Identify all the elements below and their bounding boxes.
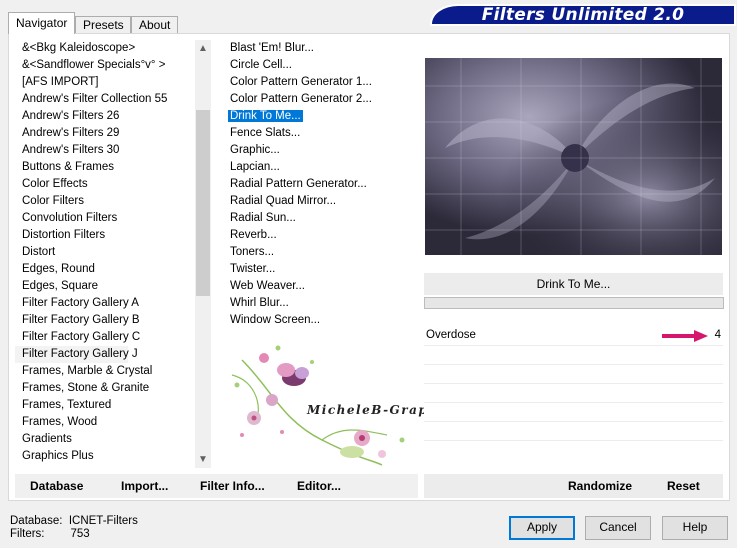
filter-item[interactable]: Web Weaver... xyxy=(218,278,416,295)
filter-item-label: Fence Slats... xyxy=(230,127,301,139)
parameter-list: Overdose 4 xyxy=(424,327,723,455)
filter-item-label: Web Weaver... xyxy=(230,280,305,292)
scroll-thumb[interactable] xyxy=(196,110,210,296)
category-item[interactable]: Filter Factory Gallery B xyxy=(15,312,195,329)
database-button[interactable]: Database xyxy=(30,474,83,498)
param-row-overdose[interactable]: Overdose 4 xyxy=(424,327,723,346)
filter-item-label: Twister... xyxy=(230,263,276,275)
scroll-up-icon[interactable]: ▲ xyxy=(195,40,211,57)
scroll-down-icon[interactable]: ▼ xyxy=(195,451,211,468)
category-item[interactable]: Filter Factory Gallery C xyxy=(15,329,195,346)
category-item[interactable]: Graphics Plus xyxy=(15,448,195,465)
filter-item[interactable]: Radial Quad Mirror... xyxy=(218,193,416,210)
filter-info-button[interactable]: Filter Info... xyxy=(200,474,265,498)
filter-item-label: Blast 'Em! Blur... xyxy=(230,42,314,54)
apply-button[interactable]: Apply xyxy=(509,516,575,540)
filter-item-label: Reverb... xyxy=(230,229,277,241)
filter-item[interactable]: Circle Cell... xyxy=(218,57,416,74)
category-item[interactable]: Buttons & Frames xyxy=(15,159,195,176)
filter-item[interactable]: Whirl Blur... xyxy=(218,295,416,312)
category-item[interactable]: Frames, Wood xyxy=(15,414,195,431)
filter-item[interactable]: Window Screen... xyxy=(218,312,416,329)
param-value: 4 xyxy=(714,329,721,341)
category-item-selected[interactable]: Filter Factory Gallery J xyxy=(15,346,138,363)
progress-bar xyxy=(424,297,724,309)
filter-item-label: Radial Quad Mirror... xyxy=(230,195,337,207)
reset-button[interactable]: Reset xyxy=(667,474,700,498)
category-item[interactable]: Andrew's Filters 30 xyxy=(15,142,195,159)
param-row-empty xyxy=(424,441,723,459)
selected-filter-name: Drink To Me... xyxy=(424,273,723,295)
editor-button[interactable]: Editor... xyxy=(297,474,341,498)
filter-item[interactable]: Graphic... xyxy=(218,142,416,159)
filter-item-label: Whirl Blur... xyxy=(230,297,289,309)
param-row-empty xyxy=(424,403,723,422)
filter-item-label: Toners... xyxy=(230,246,275,258)
filter-item-label: Graphic... xyxy=(230,144,280,156)
tab-about[interactable]: About xyxy=(131,16,178,33)
randomize-button[interactable]: Randomize xyxy=(568,474,632,498)
filter-item-label: Circle Cell... xyxy=(230,59,292,71)
filter-item-label: Lapcian... xyxy=(230,161,280,173)
filter-item[interactable]: Color Pattern Generator 1... xyxy=(218,74,416,91)
filter-item[interactable]: Color Pattern Generator 2... xyxy=(218,91,416,108)
filter-item[interactable]: Radial Pattern Generator... xyxy=(218,176,416,193)
app-title-banner: Filters Unlimited 2.0 xyxy=(430,4,736,26)
param-row-empty xyxy=(424,422,723,441)
category-scrollbar[interactable]: ▲ ▼ xyxy=(195,40,211,468)
help-button[interactable]: Help xyxy=(662,516,728,540)
category-item[interactable]: Distort xyxy=(15,244,195,261)
param-label: Overdose xyxy=(426,329,476,341)
category-item[interactable]: Color Effects xyxy=(15,176,195,193)
category-item[interactable]: Andrew's Filter Collection 55 xyxy=(15,91,195,108)
filter-item-label: Color Pattern Generator 2... xyxy=(230,93,372,105)
filter-item[interactable]: Toners... xyxy=(218,244,416,261)
import-button[interactable]: Import... xyxy=(121,474,168,498)
filter-item-label: Color Pattern Generator 1... xyxy=(230,76,372,88)
category-item[interactable]: Filter Factory Gallery A xyxy=(15,295,195,312)
app-title: Filters Unlimited 2.0 xyxy=(481,5,685,25)
category-item[interactable]: Frames, Marble & Crystal xyxy=(15,363,195,380)
tab-navigator[interactable]: Navigator xyxy=(8,12,75,34)
category-item[interactable]: Convolution Filters xyxy=(15,210,195,227)
filter-item-label: Drink To Me... xyxy=(228,110,303,122)
category-item[interactable]: &<Bkg Kaleidoscope> xyxy=(15,40,195,57)
filters-count: 753 xyxy=(70,528,90,540)
filter-item[interactable]: Lapcian... xyxy=(218,159,416,176)
filter-item[interactable]: Reverb... xyxy=(218,227,416,244)
param-row-empty xyxy=(424,384,723,403)
filter-item[interactable]: Fence Slats... xyxy=(218,125,416,142)
tab-presets[interactable]: Presets xyxy=(75,16,131,33)
preview-button-bar: Randomize Reset xyxy=(424,474,723,498)
filter-preview-image xyxy=(425,58,722,255)
filter-item-label: Radial Pattern Generator... xyxy=(230,178,367,190)
param-row-empty xyxy=(424,365,723,384)
arrow-right-icon xyxy=(662,330,708,342)
filter-item[interactable]: Twister... xyxy=(218,261,416,278)
filters-label: Filters: xyxy=(10,528,45,540)
category-item[interactable]: Andrew's Filters 29 xyxy=(15,125,195,142)
database-value: ICNET-Filters xyxy=(68,515,138,527)
category-item[interactable]: Edges, Square xyxy=(15,278,195,295)
category-item[interactable]: Gradients xyxy=(15,431,195,448)
category-item[interactable]: &<Sandflower Specials°v° > xyxy=(15,57,195,74)
category-item[interactable]: Frames, Stone & Granite xyxy=(15,380,195,397)
category-item[interactable]: [AFS IMPORT] xyxy=(15,74,195,91)
database-info: Database: ICNET-Filters Filters: 753 xyxy=(10,515,138,541)
cancel-button[interactable]: Cancel xyxy=(585,516,651,540)
category-item[interactable]: Color Filters xyxy=(15,193,195,210)
filter-item[interactable]: Blast 'Em! Blur... xyxy=(218,40,416,57)
filter-item-label: Radial Sun... xyxy=(230,212,296,224)
filter-item-selected[interactable]: Drink To Me... xyxy=(218,108,416,125)
navigator-button-bar: Database Import... Filter Info... Editor… xyxy=(15,474,418,498)
category-item[interactable]: Andrew's Filters 26 xyxy=(15,108,195,125)
filter-item-label: Window Screen... xyxy=(230,314,321,326)
param-row-empty xyxy=(424,346,723,365)
category-item[interactable]: Frames, Textured xyxy=(15,397,195,414)
category-list[interactable]: &<Bkg Kaleidoscope> &<Sandflower Special… xyxy=(15,40,195,468)
filter-item[interactable]: Radial Sun... xyxy=(218,210,416,227)
database-label: Database: xyxy=(10,515,63,527)
category-item[interactable]: Edges, Round xyxy=(15,261,195,278)
category-item[interactable]: Distortion Filters xyxy=(15,227,195,244)
